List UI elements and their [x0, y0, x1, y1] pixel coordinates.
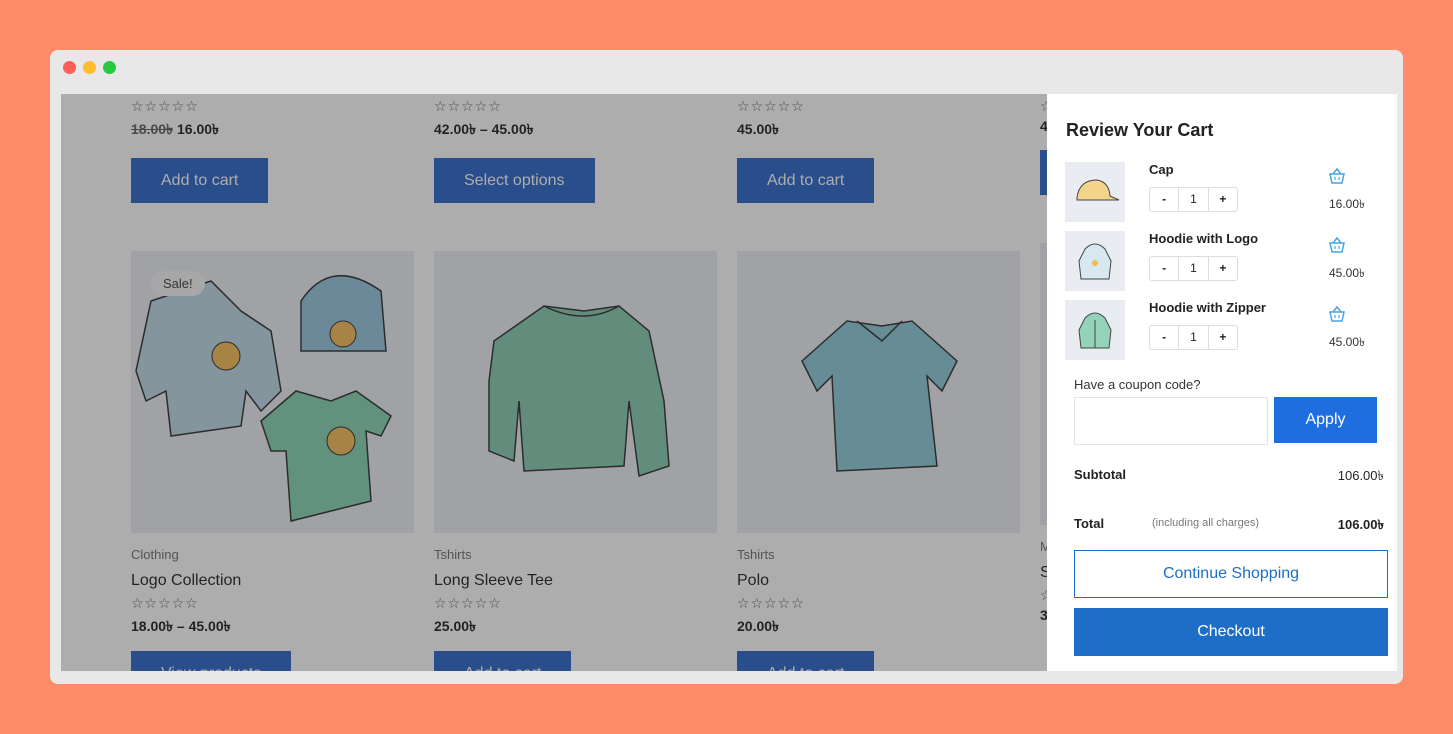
cart-item-name[interactable]: Cap	[1149, 162, 1174, 177]
cart-title: Review Your Cart	[1066, 120, 1214, 140]
cart-item-price: 45.00৳	[1328, 266, 1365, 280]
quantity-value[interactable]: 1	[1178, 188, 1209, 211]
cart-item: Hoodie with Zipper - 1 + 45.00৳	[1065, 300, 1385, 360]
remove-basket-icon[interactable]	[1327, 304, 1347, 324]
increase-quantity-button[interactable]: +	[1209, 326, 1237, 349]
product-name[interactable]: Polo	[737, 572, 1020, 590]
view-products-button[interactable]: View products	[131, 651, 292, 671]
product-price: 20.00৳	[737, 618, 780, 634]
product-category: Tshirts	[434, 547, 472, 562]
product-name[interactable]: Logo Collection	[131, 572, 414, 590]
checkout-button[interactable]: Checkout	[1074, 608, 1388, 656]
product-grid: ☆☆☆☆☆ 18.00৳ 16.00৳ Add to cart Sale! Cl…	[61, 94, 1047, 671]
product-image[interactable]	[1040, 243, 1047, 525]
add-to-cart-button[interactable]: Add to cart	[737, 158, 875, 203]
rating-stars: ☆☆☆☆☆	[1040, 588, 1047, 604]
subtotal-value: 106.00৳	[1337, 468, 1384, 483]
product-category: Clothing	[131, 547, 179, 562]
cart-item-name[interactable]: Hoodie with Logo	[1149, 231, 1258, 246]
add-to-cart-button[interactable]: Add to cart	[434, 651, 572, 671]
quantity-value[interactable]: 1	[1178, 326, 1209, 349]
hoodie-icon	[1078, 312, 1112, 349]
rating-stars: ☆☆☆☆☆	[737, 596, 805, 612]
product-price: 18.00৳ – 45.00৳	[131, 618, 231, 634]
product-price: 25.00৳	[434, 618, 477, 634]
remove-basket-icon[interactable]	[1327, 166, 1347, 186]
product-price: 45.00৳	[737, 121, 780, 137]
quantity-stepper: - 1 +	[1149, 187, 1238, 212]
old-price: 18.00৳	[131, 121, 174, 137]
add-to-cart-button[interactable]	[1040, 150, 1047, 195]
cap-icon	[1076, 179, 1120, 201]
rating-stars: ☆☆☆☆☆	[737, 99, 805, 115]
cart-panel: Review Your Cart Cap - 1 + 16.00৳ Hoodie…	[1047, 94, 1397, 671]
rating-stars: ☆☆☆☆☆	[1040, 99, 1047, 115]
subtotal-row: Subtotal 106.00৳	[1074, 467, 1384, 483]
quantity-value[interactable]: 1	[1178, 257, 1209, 280]
product-column-3: ☆☆☆☆☆ 45.00৳ Add to cart Tshirts Polo ☆☆…	[737, 94, 1020, 671]
product-name[interactable]: S	[1040, 564, 1047, 582]
select-options-button[interactable]: Select options	[434, 158, 595, 203]
maximize-window-button[interactable]	[103, 61, 116, 74]
hoodie-icon	[1078, 243, 1112, 280]
increase-quantity-button[interactable]: +	[1209, 257, 1237, 280]
product-price: 42.00৳ – 45.00৳	[434, 121, 534, 137]
product-column-2: ☆☆☆☆☆ 42.00৳ – 45.00৳ Select options Tsh…	[434, 94, 717, 671]
rating-stars: ☆☆☆☆☆	[131, 596, 199, 612]
increase-quantity-button[interactable]: +	[1209, 188, 1237, 211]
product-column-1: ☆☆☆☆☆ 18.00৳ 16.00৳ Add to cart Sale! Cl…	[131, 94, 414, 671]
continue-shopping-button[interactable]: Continue Shopping	[1074, 550, 1388, 598]
polo-illustration	[801, 320, 958, 472]
rating-stars: ☆☆☆☆☆	[434, 596, 502, 612]
remove-basket-icon[interactable]	[1327, 235, 1347, 255]
cap-thumbnail	[1065, 162, 1125, 222]
cart-item-price: 16.00৳	[1328, 197, 1365, 211]
coupon-label: Have a coupon code?	[1074, 377, 1201, 392]
browser-window: ☆☆☆☆☆ 18.00৳ 16.00৳ Add to cart Sale! Cl…	[50, 50, 1403, 684]
product-image-long-sleeve-tee[interactable]	[434, 251, 717, 533]
rating-stars: ☆☆☆☆☆	[434, 99, 502, 115]
cart-item: Cap - 1 + 16.00৳	[1065, 162, 1385, 222]
decrease-quantity-button[interactable]: -	[1150, 188, 1178, 211]
apply-coupon-button[interactable]: Apply	[1274, 397, 1377, 443]
subtotal-label: Subtotal	[1074, 467, 1126, 482]
decrease-quantity-button[interactable]: -	[1150, 257, 1178, 280]
hoodie-logo-thumbnail	[1065, 231, 1125, 291]
product-category: Tshirts	[737, 547, 775, 562]
cart-item-name[interactable]: Hoodie with Zipper	[1149, 300, 1266, 315]
total-value: 106.00৳	[1337, 517, 1384, 532]
quantity-stepper: - 1 +	[1149, 325, 1238, 350]
sale-price: 16.00৳	[177, 121, 220, 137]
decrease-quantity-button[interactable]: -	[1150, 326, 1178, 349]
product-column-4: ☆☆☆☆☆ 4 M S ☆☆☆☆☆ 3	[1040, 94, 1047, 623]
total-label: Total	[1074, 516, 1105, 531]
total-row: Total (including all charges) 106.00৳	[1074, 516, 1384, 532]
rating-stars: ☆☆☆☆☆	[131, 99, 199, 115]
product-image-logo-collection[interactable]: Sale!	[131, 251, 414, 533]
minimize-window-button[interactable]	[83, 61, 96, 74]
add-to-cart-button[interactable]: Add to cart	[737, 651, 875, 671]
product-price: 18.00৳ 16.00৳	[131, 118, 414, 142]
product-image-polo[interactable]	[737, 251, 1020, 533]
close-window-button[interactable]	[63, 61, 76, 74]
title-bar	[50, 50, 1403, 86]
add-to-cart-button[interactable]: Add to cart	[131, 158, 269, 203]
cart-item: Hoodie with Logo - 1 + 45.00৳	[1065, 231, 1385, 291]
cart-item-price: 45.00৳	[1328, 335, 1365, 349]
long-sleeve-tee-illustration	[488, 305, 670, 477]
page-viewport: ☆☆☆☆☆ 18.00৳ 16.00৳ Add to cart Sale! Cl…	[61, 94, 1397, 671]
product-name[interactable]: Long Sleeve Tee	[434, 572, 717, 590]
coupon-input[interactable]	[1074, 397, 1268, 445]
sale-badge: Sale!	[151, 271, 205, 296]
product-price: 3	[1040, 607, 1047, 623]
hoodie-zipper-thumbnail	[1065, 300, 1125, 360]
quantity-stepper: - 1 +	[1149, 256, 1238, 281]
product-category: M	[1040, 539, 1047, 554]
product-price: 4	[1040, 118, 1047, 134]
total-note: (including all charges)	[1152, 517, 1259, 529]
